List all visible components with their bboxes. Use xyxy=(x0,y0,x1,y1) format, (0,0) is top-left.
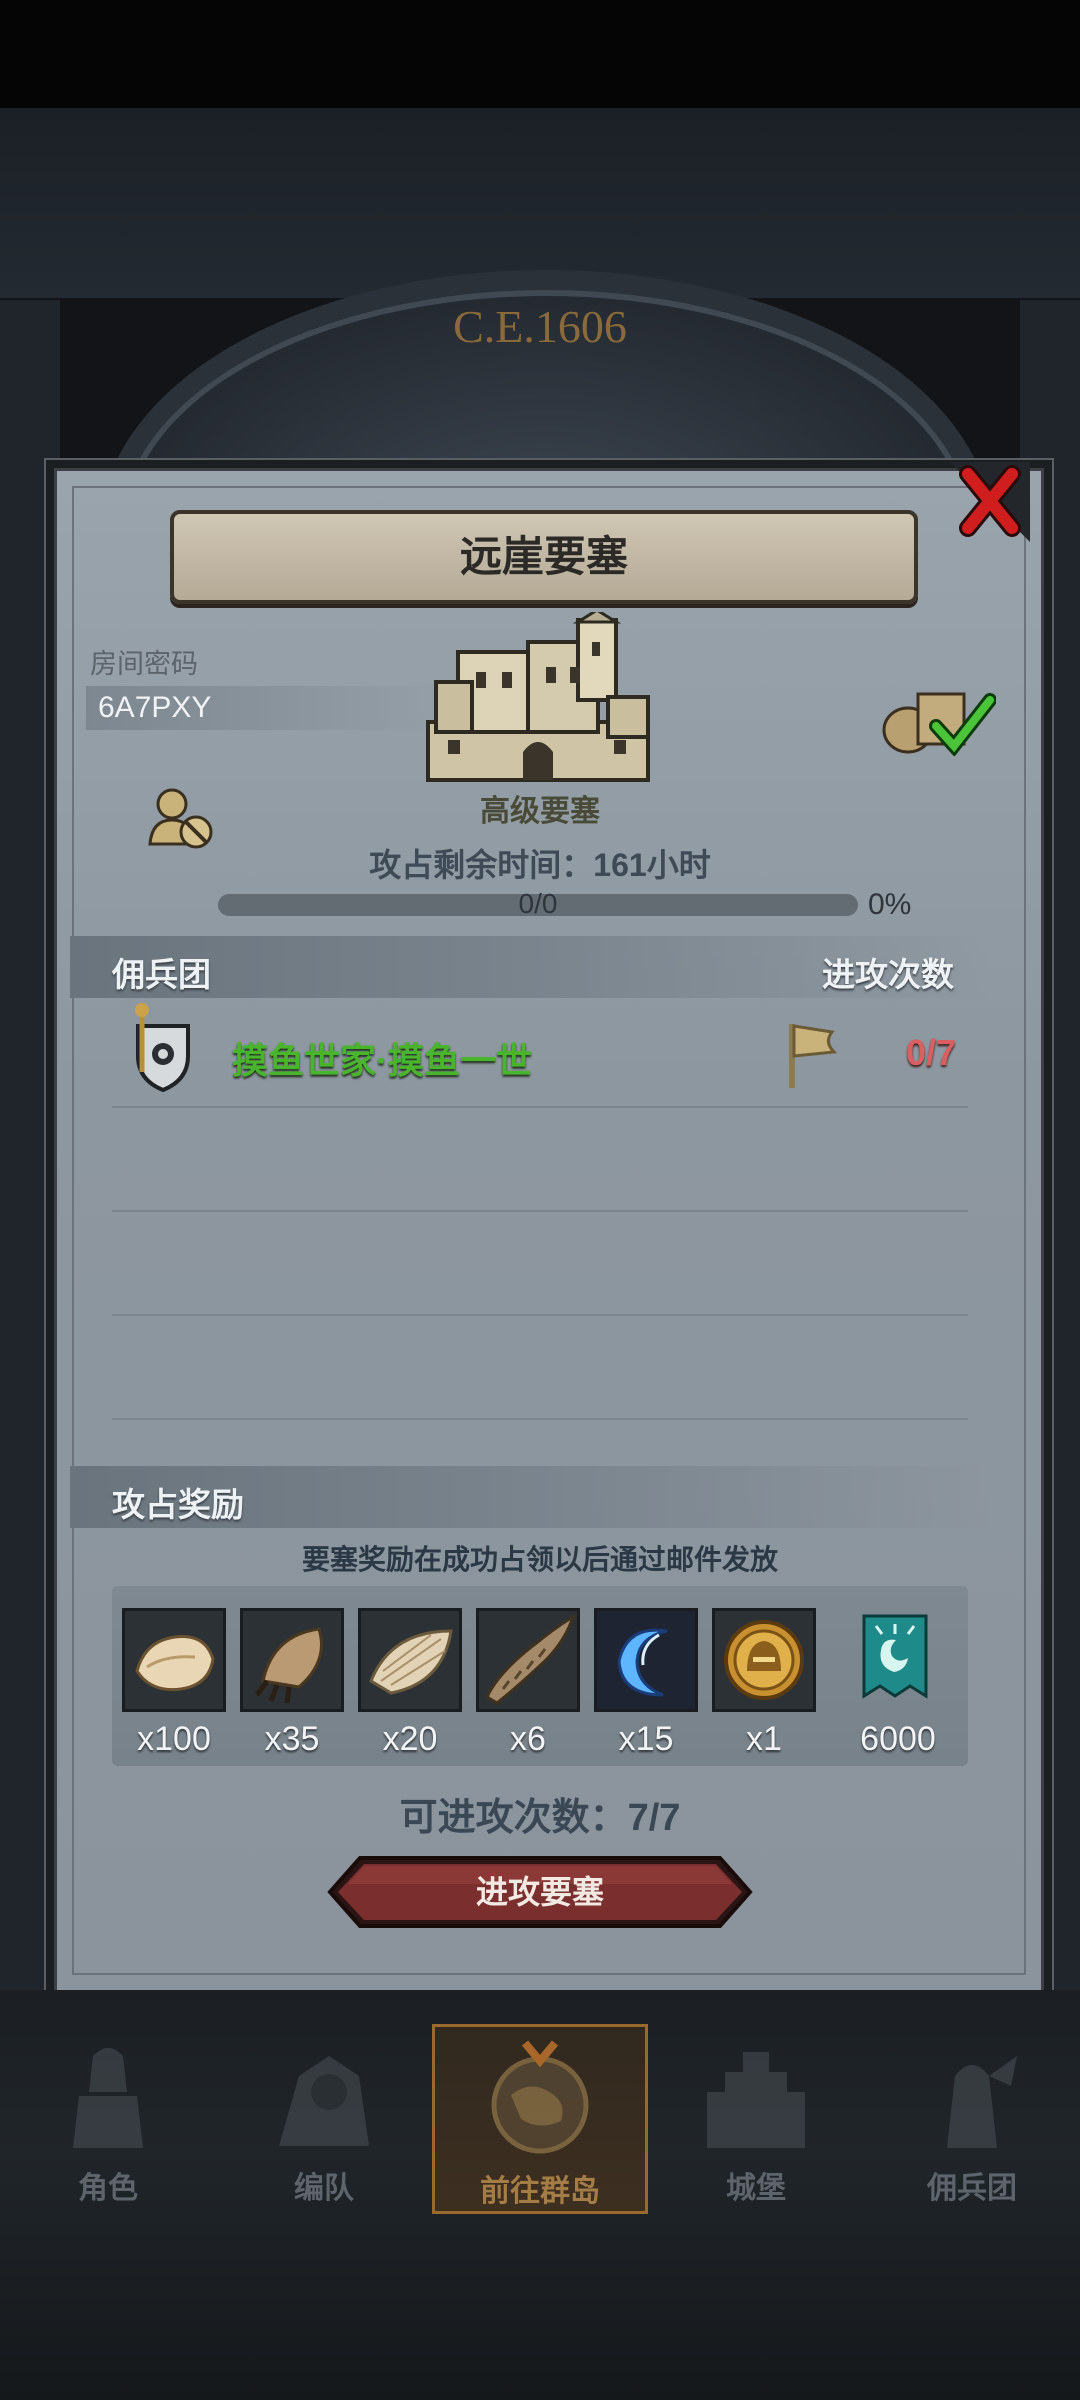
close-button[interactable] xyxy=(950,462,1030,542)
nav-islands[interactable]: 前往群岛 xyxy=(432,2024,648,2214)
rewards-header: 攻占奖励 xyxy=(112,1486,244,1523)
beast-claw-icon xyxy=(254,1627,323,1704)
remaining-attempts: 可进攻次数：7/7 xyxy=(0,1786,1080,1841)
reward-item[interactable]: x100 xyxy=(122,1608,226,1759)
rewards-notice: 要塞奖励在成功占领以后通过邮件发放 xyxy=(301,1544,778,1575)
reward-count: x15 xyxy=(618,1720,674,1758)
nav-castle[interactable]: 城堡 xyxy=(648,2024,864,2214)
occupation-time-unit: 小时 xyxy=(646,847,711,883)
formation-icon xyxy=(279,2056,369,2146)
nav-label: 佣兵团 xyxy=(927,2172,1017,2205)
occupation-progress-text: 0/0 xyxy=(518,888,558,919)
nav-character[interactable]: 角色 xyxy=(0,2024,216,2214)
knight-icon xyxy=(73,2048,143,2148)
nav-mercenary[interactable]: 佣兵团 xyxy=(864,2024,1080,2214)
mercenary-header: 佣兵团 xyxy=(112,956,211,993)
nav-label: 前往群岛 xyxy=(480,2175,600,2208)
nav-formation[interactable]: 编队 xyxy=(216,2024,432,2214)
reward-item[interactable]: 6000 xyxy=(846,1608,950,1759)
reward-count: x1 xyxy=(746,1720,782,1758)
reward-count: x6 xyxy=(510,1720,546,1758)
remaining-attempts-value: 7/7 xyxy=(627,1797,681,1839)
background-top xyxy=(0,108,1080,298)
blue-crescent-icon xyxy=(617,1628,668,1697)
room-code-label: 房间密码 xyxy=(90,649,198,679)
era-title: C.E.1606 xyxy=(453,301,627,352)
row-divider xyxy=(112,1314,968,1316)
attack-fortress-label: 进攻要塞 xyxy=(475,1874,604,1910)
attack-count-header: 进攻次数 xyxy=(822,956,954,993)
row-divider xyxy=(112,1106,968,1108)
nav-label: 角色 xyxy=(78,2172,138,2205)
mercenary-icon xyxy=(947,2056,1017,2148)
reward-item[interactable]: x35 xyxy=(240,1608,344,1759)
reward-item[interactable]: x6 xyxy=(476,1608,580,1759)
flag-icon xyxy=(789,1024,838,1088)
supply-checked-icon[interactable] xyxy=(876,676,996,756)
guild-emblem-icon xyxy=(135,1003,190,1092)
reward-count: x100 xyxy=(137,1720,211,1758)
reward-item[interactable]: x15 xyxy=(594,1608,698,1759)
nav-label: 城堡 xyxy=(726,2172,786,2205)
nav-label: 编队 xyxy=(294,2172,354,2205)
guild-banner-icon xyxy=(862,1614,928,1699)
mercenary-attack-count: 0/7 xyxy=(906,1032,957,1073)
castle-nav-icon xyxy=(707,2052,805,2148)
reward-count: x20 xyxy=(382,1720,438,1758)
horn-icon xyxy=(485,1613,576,1705)
row-divider xyxy=(112,1210,968,1212)
golden-helmet-medal-icon xyxy=(724,1620,804,1700)
fur-pelt-icon xyxy=(135,1634,215,1692)
occupation-progress-percent: 0% xyxy=(868,888,912,921)
occupation-time: 攻占剩余时间：161小时 xyxy=(0,840,1080,886)
status-bar xyxy=(0,0,1080,108)
reward-item[interactable]: x20 xyxy=(358,1608,462,1759)
castle-icon xyxy=(426,612,650,782)
feather-hide-icon xyxy=(369,1629,453,1695)
occupation-time-value: 161 xyxy=(593,847,647,883)
room-code-value[interactable]: 6A7PXY xyxy=(98,688,211,728)
occupation-time-label: 攻占剩余时间： xyxy=(369,847,594,883)
reward-count: 6000 xyxy=(860,1720,936,1758)
globe-icon xyxy=(491,2040,589,2154)
dialog-title: 远崖要塞 xyxy=(459,533,628,580)
mercenary-name: 摸鱼世家·摸鱼一世 xyxy=(232,1040,532,1081)
remaining-attempts-label: 可进攻次数： xyxy=(399,1797,628,1839)
close-icon xyxy=(950,462,1030,542)
reward-item[interactable]: x1 xyxy=(712,1608,816,1759)
reward-count: x35 xyxy=(264,1720,320,1758)
row-divider xyxy=(112,1418,968,1420)
